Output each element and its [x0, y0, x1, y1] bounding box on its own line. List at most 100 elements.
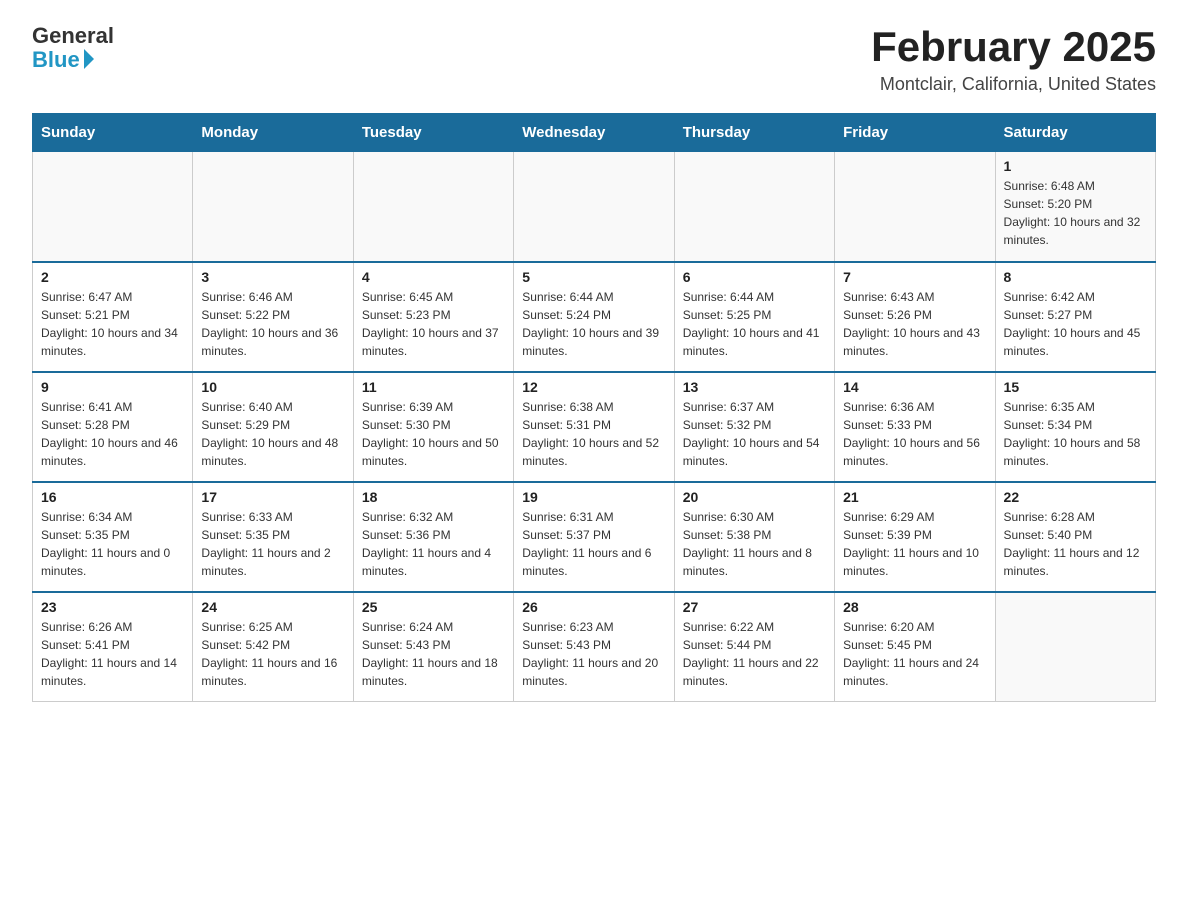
logo-blue-text: Blue: [32, 48, 94, 72]
day-number: 27: [683, 599, 826, 615]
calendar-cell: [835, 152, 995, 262]
calendar-cell: 15 Sunrise: 6:35 AMSunset: 5:34 PMDayligh…: [995, 372, 1155, 482]
calendar-cell: 5 Sunrise: 6:44 AMSunset: 5:24 PMDaylight…: [514, 262, 674, 372]
title-block: February 2025 Montclair, California, Uni…: [871, 24, 1156, 95]
calendar-cell: 19 Sunrise: 6:31 AMSunset: 5:37 PMDayligh…: [514, 482, 674, 592]
day-info: Sunrise: 6:29 AMSunset: 5:39 PMDaylight:…: [843, 508, 986, 580]
weekday-header-saturday: Saturday: [995, 114, 1155, 152]
calendar-cell: 26 Sunrise: 6:23 AMSunset: 5:43 PMDayligh…: [514, 592, 674, 702]
calendar-cell: 24 Sunrise: 6:25 AMSunset: 5:42 PMDayligh…: [193, 592, 353, 702]
calendar-week-row: 23Sunrise: 6:26 AMSunset: 5:41 PMDayligh…: [33, 592, 1156, 702]
day-number: 16: [41, 489, 184, 505]
calendar-cell: [514, 152, 674, 262]
day-number: 2: [41, 269, 184, 285]
day-info: Sunrise: 6:44 AMSunset: 5:25 PMDaylight:…: [683, 288, 826, 360]
day-info: Sunrise: 6:32 AMSunset: 5:36 PMDaylight:…: [362, 508, 505, 580]
day-info: Sunrise: 6:38 AMSunset: 5:31 PMDaylight:…: [522, 398, 665, 470]
day-info: Sunrise: 6:37 AMSunset: 5:32 PMDaylight:…: [683, 398, 826, 470]
day-info: Sunrise: 6:35 AMSunset: 5:34 PMDaylight:…: [1004, 398, 1147, 470]
day-number: 19: [522, 489, 665, 505]
day-number: 9: [41, 379, 184, 395]
day-number: 7: [843, 269, 986, 285]
logo: General Blue: [32, 24, 114, 72]
calendar-cell: [674, 152, 834, 262]
day-info: Sunrise: 6:30 AMSunset: 5:38 PMDaylight:…: [683, 508, 826, 580]
calendar-cell: 23Sunrise: 6:26 AMSunset: 5:41 PMDayligh…: [33, 592, 193, 702]
day-number: 23: [41, 599, 184, 615]
calendar-table: SundayMondayTuesdayWednesdayThursdayFrid…: [32, 113, 1156, 702]
day-info: Sunrise: 6:41 AMSunset: 5:28 PMDaylight:…: [41, 398, 184, 470]
day-info: Sunrise: 6:43 AMSunset: 5:26 PMDaylight:…: [843, 288, 986, 360]
calendar-cell: 21 Sunrise: 6:29 AMSunset: 5:39 PMDayligh…: [835, 482, 995, 592]
calendar-cell: 9 Sunrise: 6:41 AMSunset: 5:28 PMDaylight…: [33, 372, 193, 482]
day-info: Sunrise: 6:31 AMSunset: 5:37 PMDaylight:…: [522, 508, 665, 580]
weekday-header-tuesday: Tuesday: [353, 114, 513, 152]
calendar-cell: 1Sunrise: 6:48 AMSunset: 5:20 PMDaylight…: [995, 152, 1155, 262]
calendar-cell: 4 Sunrise: 6:45 AMSunset: 5:23 PMDaylight…: [353, 262, 513, 372]
day-number: 24: [201, 599, 344, 615]
day-info: Sunrise: 6:48 AMSunset: 5:20 PMDaylight:…: [1004, 177, 1147, 249]
calendar-cell: 25 Sunrise: 6:24 AMSunset: 5:43 PMDayligh…: [353, 592, 513, 702]
calendar-title: February 2025: [871, 24, 1156, 70]
day-number: 4: [362, 269, 505, 285]
weekday-header-wednesday: Wednesday: [514, 114, 674, 152]
day-number: 25: [362, 599, 505, 615]
logo-general-text: General: [32, 24, 114, 48]
weekday-header-thursday: Thursday: [674, 114, 834, 152]
calendar-week-row: 16 Sunrise: 6:34 AMSunset: 5:35 PMDayligh…: [33, 482, 1156, 592]
weekday-header-monday: Monday: [193, 114, 353, 152]
day-number: 10: [201, 379, 344, 395]
day-info: Sunrise: 6:23 AMSunset: 5:43 PMDaylight:…: [522, 618, 665, 690]
day-number: 11: [362, 379, 505, 395]
day-info: Sunrise: 6:40 AMSunset: 5:29 PMDaylight:…: [201, 398, 344, 470]
day-number: 6: [683, 269, 826, 285]
day-info: Sunrise: 6:45 AMSunset: 5:23 PMDaylight:…: [362, 288, 505, 360]
calendar-cell: 2 Sunrise: 6:47 AMSunset: 5:21 PMDaylight…: [33, 262, 193, 372]
weekday-header-sunday: Sunday: [33, 114, 193, 152]
logo-arrow-icon: [84, 49, 94, 69]
day-info: Sunrise: 6:33 AMSunset: 5:35 PMDaylight:…: [201, 508, 344, 580]
calendar-cell: [995, 592, 1155, 702]
calendar-cell: 28 Sunrise: 6:20 AMSunset: 5:45 PMDayligh…: [835, 592, 995, 702]
day-info: Sunrise: 6:34 AMSunset: 5:35 PMDaylight:…: [41, 508, 184, 580]
calendar-cell: [353, 152, 513, 262]
day-info: Sunrise: 6:36 AMSunset: 5:33 PMDaylight:…: [843, 398, 986, 470]
day-info: Sunrise: 6:20 AMSunset: 5:45 PMDaylight:…: [843, 618, 986, 690]
day-info: Sunrise: 6:28 AMSunset: 5:40 PMDaylight:…: [1004, 508, 1147, 580]
calendar-cell: 11 Sunrise: 6:39 AMSunset: 5:30 PMDayligh…: [353, 372, 513, 482]
calendar-cell: [33, 152, 193, 262]
day-info: Sunrise: 6:39 AMSunset: 5:30 PMDaylight:…: [362, 398, 505, 470]
weekday-header-friday: Friday: [835, 114, 995, 152]
day-number: 28: [843, 599, 986, 615]
day-info: Sunrise: 6:24 AMSunset: 5:43 PMDaylight:…: [362, 618, 505, 690]
day-number: 21: [843, 489, 986, 505]
day-number: 26: [522, 599, 665, 615]
calendar-week-row: 2 Sunrise: 6:47 AMSunset: 5:21 PMDaylight…: [33, 262, 1156, 372]
calendar-cell: 22 Sunrise: 6:28 AMSunset: 5:40 PMDayligh…: [995, 482, 1155, 592]
day-number: 15: [1004, 379, 1147, 395]
calendar-cell: 14Sunrise: 6:36 AMSunset: 5:33 PMDayligh…: [835, 372, 995, 482]
calendar-subtitle: Montclair, California, United States: [871, 74, 1156, 95]
day-number: 18: [362, 489, 505, 505]
calendar-week-row: 9 Sunrise: 6:41 AMSunset: 5:28 PMDaylight…: [33, 372, 1156, 482]
day-number: 8: [1004, 269, 1147, 285]
day-info: Sunrise: 6:44 AMSunset: 5:24 PMDaylight:…: [522, 288, 665, 360]
day-info: Sunrise: 6:25 AMSunset: 5:42 PMDaylight:…: [201, 618, 344, 690]
calendar-cell: 13Sunrise: 6:37 AMSunset: 5:32 PMDayligh…: [674, 372, 834, 482]
day-info: Sunrise: 6:47 AMSunset: 5:21 PMDaylight:…: [41, 288, 184, 360]
calendar-cell: 3 Sunrise: 6:46 AMSunset: 5:22 PMDaylight…: [193, 262, 353, 372]
calendar-week-row: 1Sunrise: 6:48 AMSunset: 5:20 PMDaylight…: [33, 152, 1156, 262]
calendar-cell: 7 Sunrise: 6:43 AMSunset: 5:26 PMDaylight…: [835, 262, 995, 372]
day-number: 22: [1004, 489, 1147, 505]
day-number: 17: [201, 489, 344, 505]
weekday-header-row: SundayMondayTuesdayWednesdayThursdayFrid…: [33, 114, 1156, 152]
day-number: 20: [683, 489, 826, 505]
day-number: 3: [201, 269, 344, 285]
day-number: 5: [522, 269, 665, 285]
day-info: Sunrise: 6:46 AMSunset: 5:22 PMDaylight:…: [201, 288, 344, 360]
page-header: General Blue February 2025 Montclair, Ca…: [32, 24, 1156, 95]
day-info: Sunrise: 6:42 AMSunset: 5:27 PMDaylight:…: [1004, 288, 1147, 360]
calendar-cell: [193, 152, 353, 262]
calendar-cell: 27Sunrise: 6:22 AMSunset: 5:44 PMDayligh…: [674, 592, 834, 702]
calendar-cell: 18 Sunrise: 6:32 AMSunset: 5:36 PMDayligh…: [353, 482, 513, 592]
